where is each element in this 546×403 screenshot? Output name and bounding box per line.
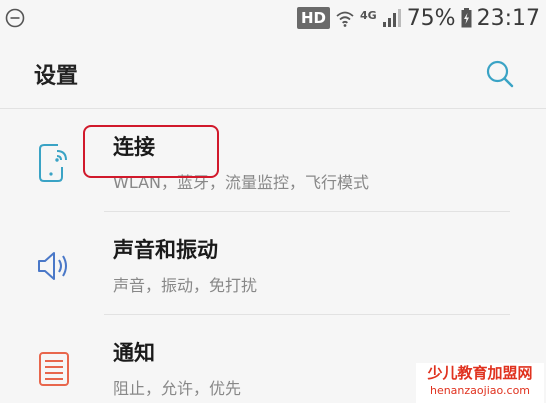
network-type: 4G (360, 8, 377, 22)
page-title: 设置 (34, 64, 79, 89)
watermark-title: 少儿教育加盟网 (427, 364, 533, 382)
status-icons: HD 4G 75% 23:17 (296, 3, 540, 33)
settings-screen: HD 4G 75% 23:17 设置 连接 WLAN，蓝牙，流量监控，飞行模式 … (0, 0, 546, 403)
settings-item-connections[interactable]: 连接 WLAN，蓝牙，流量监控，飞行模式 (0, 109, 546, 212)
hd-badge: HD (296, 7, 330, 29)
sound-icon (38, 252, 67, 280)
notification-icon (39, 352, 69, 386)
settings-item-sound-vibration[interactable]: 声音和振动 声音，振动，免打扰 (0, 212, 546, 315)
search-icon (486, 60, 514, 88)
status-bar: HD 4G 75% 23:17 (0, 0, 546, 36)
watermark-url: henanzaojiao.com (429, 384, 531, 397)
signal-icon (382, 9, 401, 27)
watermark: 少儿教育加盟网 henanzaojiao.com (416, 363, 544, 403)
app-header: 设置 (0, 36, 546, 108)
item-subtitle: 阻止，允许，优先 (113, 379, 242, 398)
item-title: 声音和振动 (113, 238, 218, 262)
highlight-annotation (83, 125, 219, 178)
wifi-icon (336, 11, 354, 27)
battery-icon (461, 8, 472, 28)
search-button[interactable] (484, 58, 516, 90)
item-subtitle: 声音，振动，免打扰 (113, 276, 258, 295)
battery-percent: 75% (406, 5, 456, 31)
clock: 23:17 (476, 5, 540, 31)
item-title: 通知 (113, 341, 155, 365)
settings-list: 连接 WLAN，蓝牙，流量监控，飞行模式 声音和振动 声音，振动，免打扰 通知 (0, 109, 546, 403)
do-not-disturb-icon (5, 8, 25, 28)
connection-icon (39, 144, 67, 182)
